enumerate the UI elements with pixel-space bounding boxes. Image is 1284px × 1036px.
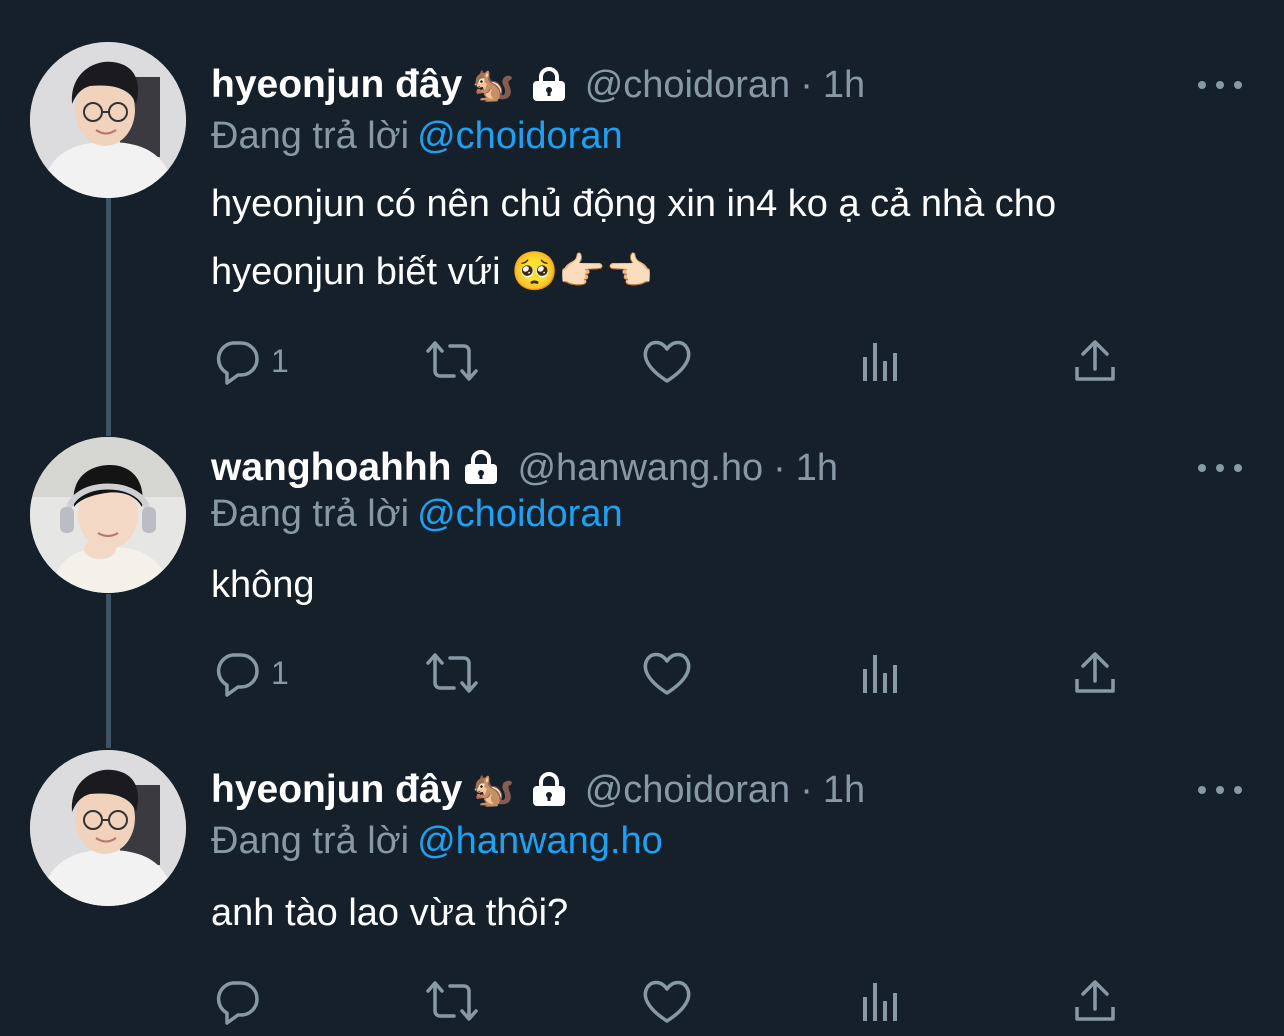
display-name[interactable]: hyeonjun đây	[211, 768, 462, 812]
replying-to: Đang trả lời @hanwang.ho	[211, 820, 663, 863]
timestamp[interactable]: 1h	[823, 64, 865, 107]
tweet-text-line: anh tào lao vừa thôi?	[211, 892, 569, 934]
tweet-actions: 1	[211, 648, 1131, 698]
reply-count: 1	[271, 654, 289, 691]
tweet-text-line: hyeonjun có nên chủ động xin in4 ko ạ cả…	[211, 183, 1057, 225]
analytics-button[interactable]	[859, 648, 903, 698]
retweet-icon	[426, 653, 478, 693]
tweet-text-line: hyeonjun biết vứi 🥺👉🏻👈🏻	[211, 251, 654, 293]
reply-button[interactable]: 1	[213, 336, 289, 386]
avatar[interactable]	[30, 750, 186, 906]
mention-link[interactable]: @choidoran	[417, 493, 622, 535]
reply-icon	[216, 653, 259, 697]
replying-to-label: Đang trả lời	[211, 493, 410, 535]
avatar[interactable]	[30, 42, 186, 198]
like-button[interactable]	[641, 976, 693, 1026]
tweet-header: wanghoahhh @hanwang.ho · 1h	[211, 443, 838, 493]
share-button[interactable]	[1073, 976, 1117, 1026]
analytics-icon	[863, 655, 897, 693]
reply-count: 1	[271, 342, 289, 379]
timestamp[interactable]: 1h	[823, 769, 865, 812]
reply-button[interactable]	[213, 976, 271, 1026]
share-button[interactable]	[1073, 648, 1117, 698]
tweet-header: hyeonjun đây 🐿️ @choidoran · 1h	[211, 60, 865, 110]
more-icon[interactable]	[1198, 72, 1242, 98]
reply-button[interactable]: 1	[213, 648, 289, 698]
reply-icon	[216, 981, 259, 1025]
tweet-text: anh tào lao vừa thôi?	[211, 879, 1231, 947]
separator-dot: ·	[773, 446, 786, 489]
chipmunk-emoji: 🐿️	[472, 771, 515, 809]
heart-icon	[643, 340, 691, 383]
like-button[interactable]	[641, 648, 693, 698]
user-handle[interactable]: @choidoran	[585, 769, 790, 812]
tweet-text: không	[211, 551, 1231, 619]
share-icon	[1075, 980, 1115, 1021]
replying-to-label: Đang trả lời	[211, 115, 410, 157]
share-icon	[1075, 652, 1115, 693]
share-button[interactable]	[1073, 336, 1117, 386]
chipmunk-emoji: 🐿️	[472, 66, 515, 104]
lock-icon	[529, 772, 569, 808]
tweet[interactable]: wanghoahhh @hanwang.ho · 1h Đang trả lời…	[0, 437, 1284, 703]
more-icon[interactable]	[1198, 777, 1242, 803]
share-icon	[1075, 340, 1115, 381]
mention-link[interactable]: @hanwang.ho	[417, 820, 663, 862]
retweet-button[interactable]	[424, 336, 480, 386]
analytics-icon	[863, 983, 897, 1021]
display-name[interactable]: wanghoahhh	[211, 446, 451, 490]
separator-dot: ·	[800, 768, 813, 811]
heart-icon	[643, 652, 691, 695]
timestamp[interactable]: 1h	[796, 447, 838, 490]
reply-icon	[216, 341, 259, 385]
analytics-button[interactable]	[859, 336, 903, 386]
retweet-icon	[426, 981, 478, 1021]
tweet-actions: 1	[211, 336, 1131, 386]
more-icon[interactable]	[1198, 455, 1242, 481]
analytics-icon	[863, 343, 897, 381]
replying-to: Đang trả lời @choidoran	[211, 115, 623, 158]
tweet-text: hyeonjun có nên chủ động xin in4 ko ạ cả…	[211, 170, 1231, 306]
tweet-actions	[211, 976, 1131, 1026]
user-handle[interactable]: @choidoran	[585, 64, 790, 107]
tweet-header: hyeonjun đây 🐿️ @choidoran · 1h	[211, 765, 865, 815]
replying-to: Đang trả lời @choidoran	[211, 493, 623, 536]
retweet-button[interactable]	[424, 976, 480, 1026]
lock-icon	[461, 450, 501, 486]
display-name[interactable]: hyeonjun đây	[211, 63, 462, 107]
retweet-button[interactable]	[424, 648, 480, 698]
heart-icon	[643, 980, 691, 1023]
lock-icon	[529, 67, 569, 103]
analytics-button[interactable]	[859, 976, 903, 1026]
replying-to-label: Đang trả lời	[211, 820, 410, 862]
separator-dot: ·	[800, 63, 813, 106]
retweet-icon	[426, 341, 478, 381]
user-handle[interactable]: @hanwang.ho	[517, 447, 763, 490]
tweet-text-line: không	[211, 564, 315, 606]
like-button[interactable]	[641, 336, 693, 386]
tweet[interactable]: hyeonjun đây 🐿️ @choidoran · 1h Đang trả…	[0, 750, 1284, 1036]
tweet[interactable]: hyeonjun đây 🐿️ @choidoran · 1h Đang trả…	[0, 42, 1284, 390]
mention-link[interactable]: @choidoran	[417, 115, 622, 157]
avatar[interactable]	[30, 437, 186, 593]
